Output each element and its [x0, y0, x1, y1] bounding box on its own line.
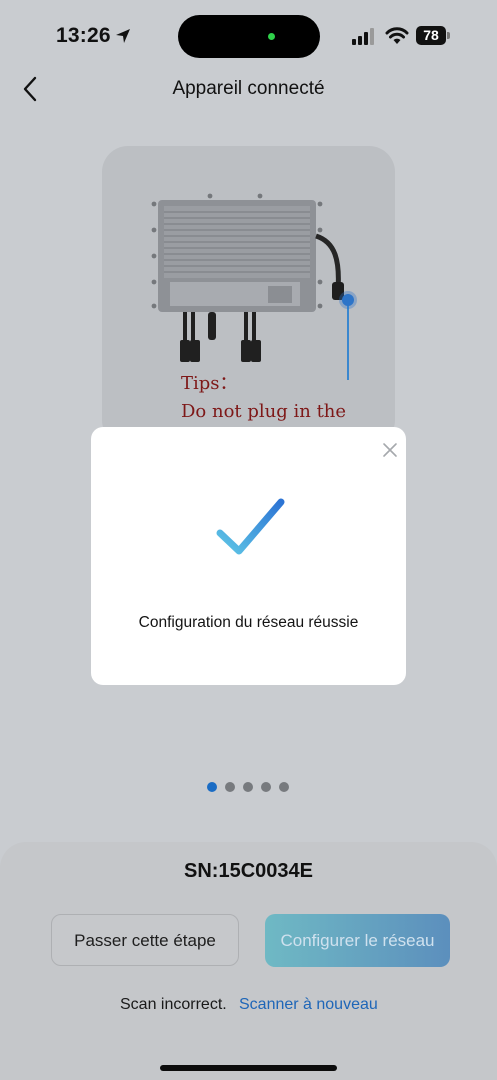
cellular-signal-icon	[352, 28, 374, 45]
battery-icon: 78	[416, 26, 446, 45]
tips-text: Tips： Do not plug in the	[181, 370, 346, 426]
carousel-dot-active[interactable]	[207, 782, 217, 792]
scan-incorrect-label: Scan incorrect.	[120, 996, 227, 1013]
rescan-link[interactable]: Scanner à nouveau	[239, 996, 378, 1014]
tips-line-2: Do not plug in the	[181, 401, 347, 422]
dynamic-island	[178, 15, 320, 58]
dialog-message: Configuration du réseau réussie	[138, 614, 359, 631]
carousel-dot[interactable]	[261, 782, 271, 792]
home-indicator[interactable]	[160, 1065, 337, 1071]
skip-step-button[interactable]: Passer cette étape	[51, 914, 239, 966]
checkmark-icon	[216, 498, 285, 555]
status-time: 13:26	[56, 24, 111, 47]
status-bar: 13:26 78	[0, 0, 497, 72]
wifi-icon	[385, 27, 409, 44]
carousel-dot[interactable]	[225, 782, 235, 792]
configure-network-button[interactable]: Configurer le réseau	[265, 914, 450, 967]
page-title: Appareil connecté	[172, 78, 325, 99]
camera-indicator-dot	[268, 33, 275, 40]
location-arrow-icon	[116, 29, 130, 43]
close-icon[interactable]	[381, 441, 399, 459]
app-screen: 13:26 78 Appareil connecté Tips： Do not …	[0, 0, 497, 1080]
carousel-dot[interactable]	[243, 782, 253, 792]
carousel-dot[interactable]	[279, 782, 289, 792]
battery-cap	[447, 32, 450, 39]
device-illustration-card: Tips： Do not plug in the	[102, 146, 395, 446]
serial-number: SN:15C0034E	[184, 860, 313, 882]
inverter-illustration	[151, 193, 357, 380]
tips-line-1: Tips：	[181, 373, 238, 394]
